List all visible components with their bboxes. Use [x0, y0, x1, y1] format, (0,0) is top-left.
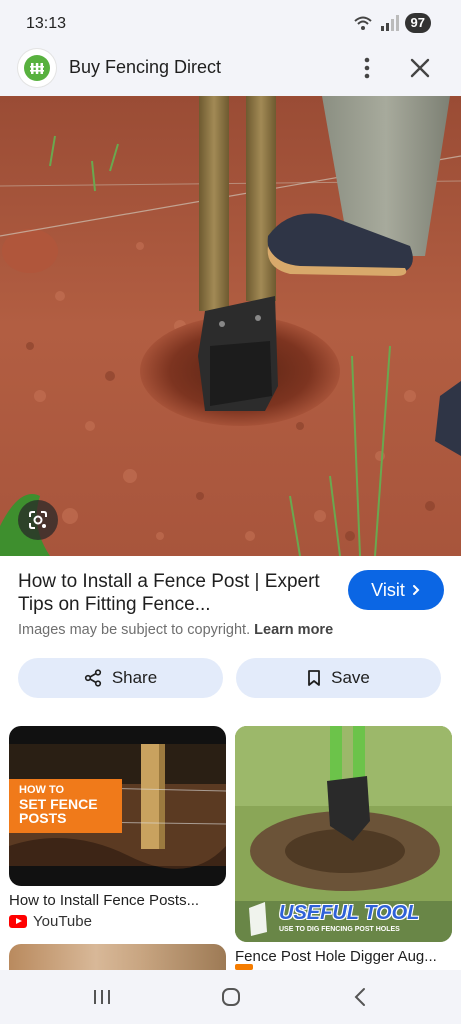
- share-icon: [84, 669, 101, 687]
- share-button[interactable]: Share: [18, 658, 223, 698]
- thumbnail-overlay-line3: POSTS: [19, 810, 67, 826]
- learn-more-link[interactable]: Learn more: [254, 622, 333, 638]
- related-card[interactable]: HOW TO SET FENCE POSTS How to Install Fe…: [9, 726, 226, 930]
- thumbnail-overlay-subtitle: USE TO DIG FENCING POST HOLES: [279, 926, 400, 933]
- header: Buy Fencing Direct: [0, 40, 461, 96]
- status-time: 13:13: [26, 15, 67, 32]
- status-bar: 13:13 97: [0, 0, 461, 40]
- more-vertical-icon[interactable]: [357, 56, 377, 80]
- back-icon[interactable]: [352, 987, 368, 1007]
- thumbnail-overlay-line2: SET FENCE: [19, 796, 98, 812]
- home-icon[interactable]: [221, 987, 241, 1007]
- recents-icon[interactable]: [92, 989, 112, 1005]
- close-icon[interactable]: [408, 56, 432, 80]
- site-title[interactable]: Buy Fencing Direct: [69, 57, 221, 78]
- thumbnail-overlay-title: USEFUL TOOL: [279, 902, 420, 924]
- navigation-bar: [0, 970, 461, 1024]
- signal-icon: [380, 15, 399, 31]
- result-info-panel: How to Install a Fence Post | Expert Tip…: [0, 556, 461, 726]
- visit-button[interactable]: Visit: [348, 570, 444, 610]
- status-icons: 97: [353, 13, 431, 33]
- battery-indicator: 97: [404, 13, 431, 33]
- share-label: Share: [111, 668, 158, 687]
- fence-logo-icon[interactable]: [18, 49, 56, 87]
- thumbnail-overlay-line1: HOW TO: [19, 784, 65, 796]
- save-button[interactable]: Save: [236, 658, 441, 698]
- bookmark-icon: [308, 670, 321, 686]
- result-title[interactable]: How to Install a Fence Post | Expert Tip…: [18, 570, 328, 616]
- source-name: YouTube: [33, 913, 92, 930]
- chevron-right-icon: [412, 585, 420, 595]
- copyright-text: Images may be subject to copyright.: [18, 622, 251, 638]
- related-card-title: How to Install Fence Posts...: [9, 892, 200, 909]
- wifi-icon: [353, 16, 372, 30]
- save-label: Save: [331, 668, 370, 687]
- visit-label: Visit: [371, 579, 405, 600]
- related-thumbnail: HOW TO SET FENCE POSTS: [9, 726, 226, 886]
- copyright-notice: Images may be subject to copyright. Lear…: [18, 622, 333, 638]
- related-card-title: Fence Post Hole Digger Aug...: [235, 948, 437, 965]
- google-lens-icon[interactable]: [18, 500, 58, 540]
- youtube-icon: [9, 915, 27, 928]
- related-card[interactable]: USEFUL TOOL USE TO DIG FENCING POST HOLE…: [235, 726, 452, 965]
- related-card-source: YouTube: [9, 913, 226, 930]
- related-results: HOW TO SET FENCE POSTS How to Install Fe…: [0, 726, 461, 970]
- related-thumbnail: USEFUL TOOL USE TO DIG FENCING POST HOLE…: [235, 726, 452, 942]
- hero-image[interactable]: [0, 96, 461, 556]
- related-card[interactable]: [9, 944, 226, 970]
